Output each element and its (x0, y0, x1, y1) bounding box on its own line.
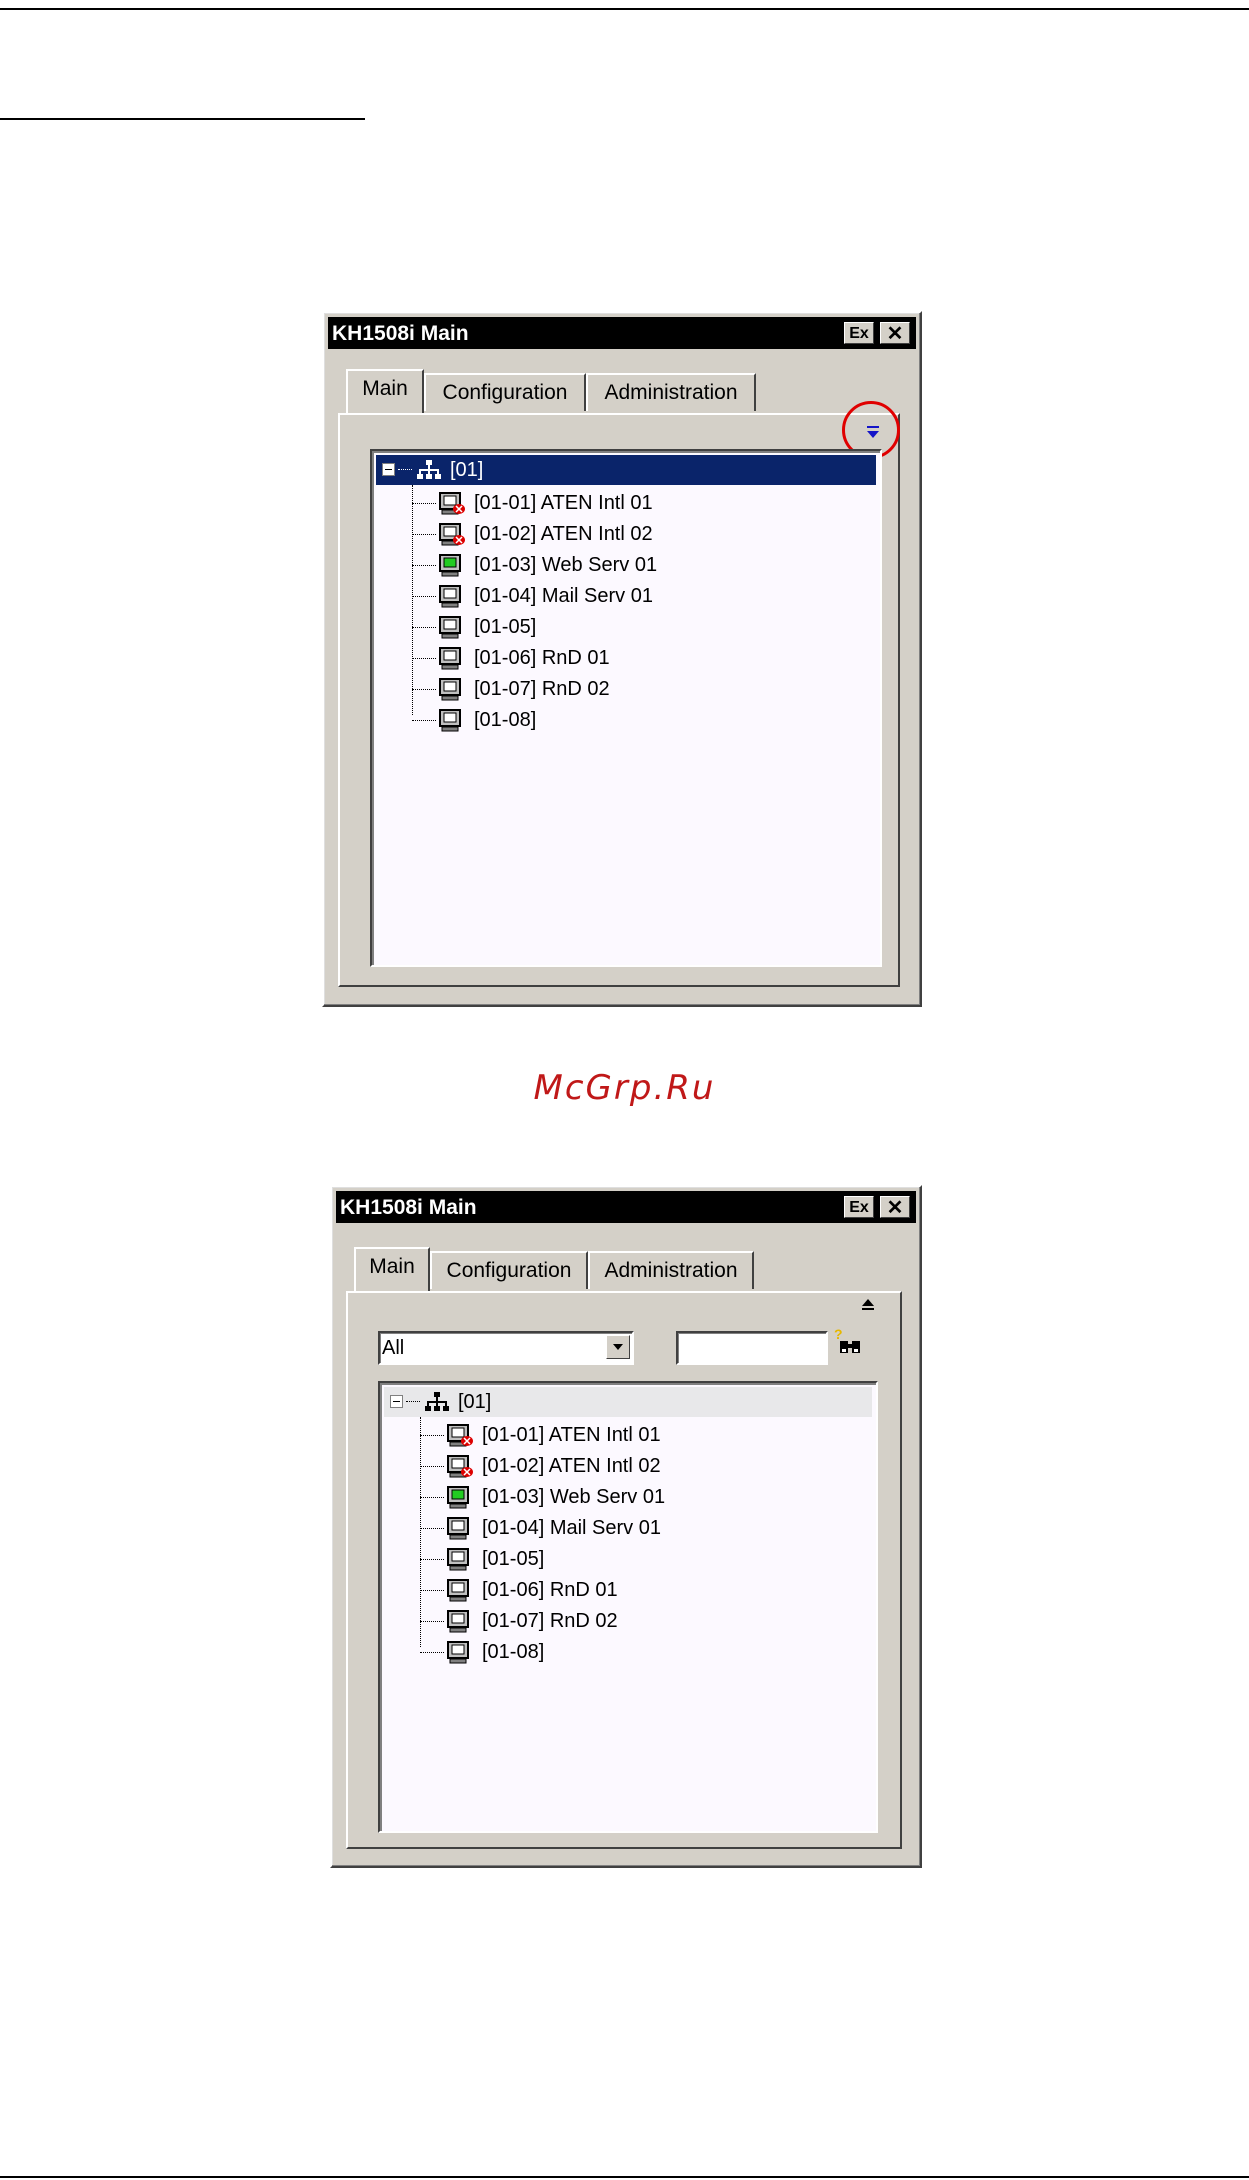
monitor-icon (438, 678, 466, 711)
bottom-rule (0, 2176, 1249, 2178)
tree-branch-line (420, 1559, 444, 1560)
tab-main[interactable]: Main (354, 1247, 430, 1291)
tree-root-label: [01] (450, 459, 484, 481)
tree-node-label: [01-07] RnD 02 (482, 1610, 618, 1632)
tree-branch-line (412, 534, 436, 535)
tree-branch-line (420, 1652, 444, 1653)
monitor-offline-icon (438, 492, 466, 525)
monitor-icon (446, 1579, 474, 1612)
device-tree[interactable]: [01] [01-01] ATEN Intl 01 [01-02] ATEN In… (370, 449, 882, 967)
tree-branch-line (420, 1466, 444, 1467)
tree-branch-line (420, 1528, 444, 1529)
collapse-toggle-icon[interactable] (382, 463, 395, 476)
tab-configuration[interactable]: Configuration (430, 1251, 588, 1289)
network-icon (416, 459, 442, 490)
title-bar[interactable]: KH1508i Main Ex ✕ (328, 317, 916, 349)
tree-branch-line (420, 1621, 444, 1622)
tree-node-label: [01-08] (482, 1641, 545, 1663)
monitor-offline-icon (438, 523, 466, 556)
tree-root-label: [01] (458, 1391, 492, 1413)
tree-node-label: [01-08] (474, 709, 537, 731)
tree-branch-line (412, 627, 436, 628)
tree-node-label: [01-03] Web Serv 01 (474, 554, 658, 576)
window-title: KH1508i Main (332, 322, 469, 345)
tree-node-label: [01-02] ATEN Intl 02 (474, 523, 653, 545)
monitor-offline-icon (446, 1424, 474, 1457)
monitor-icon (438, 709, 466, 742)
tree-node-label: [01-05] (474, 616, 537, 638)
dropdown-arrow-icon[interactable] (606, 1335, 630, 1359)
network-icon (424, 1391, 450, 1422)
tree-node-label: [01-01] ATEN Intl 01 (474, 492, 653, 514)
main-window-expanded: KH1508i Main Ex ✕ Main Configuration Adm… (330, 1185, 922, 1868)
tree-branch-line (412, 565, 436, 566)
tree-branch-line (420, 1435, 444, 1436)
tree-node-label: [01-04] Mail Serv 01 (482, 1517, 661, 1539)
expand-arrow-icon[interactable] (860, 1297, 876, 1318)
tree-branch-line (420, 1497, 444, 1498)
monitor-icon (446, 1641, 474, 1674)
tree-root-node[interactable]: [01] (376, 455, 876, 485)
search-input[interactable] (676, 1331, 828, 1365)
tree-branch-line (412, 596, 436, 597)
tree-node-label: [01-04] Mail Serv 01 (474, 585, 653, 607)
filter-value: All (382, 1337, 405, 1359)
monitor-icon (446, 1610, 474, 1643)
tree-branch-line (412, 503, 436, 504)
close-button[interactable]: ✕ (880, 322, 910, 345)
tree-branch-line (412, 689, 436, 690)
monitor-icon (438, 616, 466, 649)
monitor-online-icon (438, 554, 466, 587)
exit-button[interactable]: Ex (844, 1196, 874, 1218)
heading-underline (0, 118, 365, 120)
tree-node-label: [01-03] Web Serv 01 (482, 1486, 666, 1508)
tree-branch-line (412, 658, 436, 659)
find-binoculars-icon[interactable]: ? (832, 1325, 866, 1364)
window-title: KH1508i Main (340, 1196, 477, 1219)
monitor-icon (438, 647, 466, 680)
close-button[interactable]: ✕ (880, 1196, 910, 1219)
exit-button[interactable]: Ex (844, 322, 874, 344)
tree-node-label: [01-02] ATEN Intl 02 (482, 1455, 661, 1477)
monitor-icon (446, 1548, 474, 1581)
tree-node-label: [01-01] ATEN Intl 01 (482, 1424, 661, 1446)
tab-administration[interactable]: Administration (586, 373, 756, 411)
title-bar[interactable]: KH1508i Main Ex ✕ (336, 1191, 916, 1223)
tab-administration[interactable]: Administration (588, 1251, 754, 1289)
tab-configuration[interactable]: Configuration (424, 373, 586, 411)
tree-root-node[interactable]: [01] (384, 1387, 872, 1417)
monitor-icon (438, 585, 466, 618)
tree-connector (412, 485, 413, 715)
tree-branch-line (420, 1590, 444, 1591)
main-window-collapsed: KH1508i Main Ex ✕ Main Configuration Adm… (322, 311, 922, 1007)
tab-main[interactable]: Main (346, 369, 424, 413)
svg-text:?: ? (834, 1326, 843, 1342)
tree-branch-line (412, 720, 436, 721)
device-tree[interactable]: [01] [01-01] ATEN Intl 01 [01-02] ATEN In… (378, 1381, 878, 1833)
tree-connector (420, 1417, 421, 1647)
tree-node-label: [01-06] RnD 01 (482, 1579, 618, 1601)
top-rule (0, 8, 1249, 10)
monitor-online-icon (446, 1486, 474, 1519)
tree-node-label: [01-05] (482, 1548, 545, 1570)
monitor-offline-icon (446, 1455, 474, 1488)
filter-dropdown[interactable]: All (378, 1331, 634, 1365)
monitor-icon (446, 1517, 474, 1550)
watermark-text: McGrp.Ru (533, 1068, 716, 1108)
tree-node-label: [01-07] RnD 02 (474, 678, 610, 700)
tree-node-label: [01-06] RnD 01 (474, 647, 610, 669)
collapse-toggle-icon[interactable] (390, 1395, 403, 1408)
